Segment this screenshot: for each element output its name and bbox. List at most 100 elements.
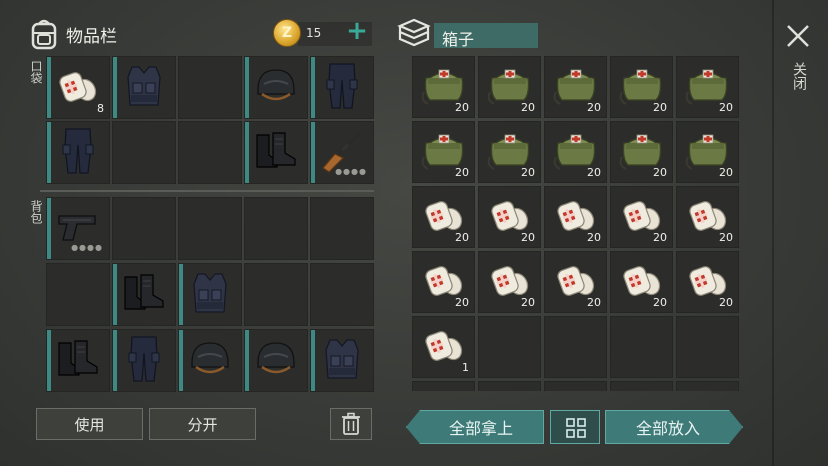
- inventory-slot[interactable]: [610, 381, 673, 391]
- inventory-slot[interactable]: 20: [544, 121, 607, 183]
- inventory-slot[interactable]: 20: [412, 56, 475, 118]
- inventory-slot[interactable]: 20: [610, 56, 673, 118]
- pants-icon: [60, 127, 96, 179]
- inventory-slot[interactable]: [412, 381, 475, 391]
- inventory-slot[interactable]: 1: [412, 316, 475, 378]
- inventory-slot[interactable]: [178, 56, 242, 119]
- inventory-slot[interactable]: [310, 329, 374, 392]
- trash-icon: [342, 412, 360, 435]
- inventory-slot[interactable]: ●●●●: [310, 121, 374, 184]
- inventory-slot[interactable]: 20: [478, 56, 541, 118]
- use-button[interactable]: 使用: [36, 408, 143, 440]
- inventory-slot[interactable]: 20: [610, 186, 673, 248]
- inventory-slot[interactable]: 20: [544, 251, 607, 313]
- item-quantity: 20: [653, 296, 667, 309]
- helmet-icon: [254, 339, 298, 383]
- item-quantity: 20: [587, 296, 601, 309]
- inventory-slot[interactable]: [544, 381, 607, 391]
- inventory-slot[interactable]: [244, 56, 308, 119]
- inventory-slot[interactable]: [244, 263, 308, 326]
- item-quantity: 20: [455, 231, 469, 244]
- put-all-button[interactable]: 全部放入: [605, 410, 743, 444]
- inventory-slot[interactable]: [112, 121, 176, 184]
- box-grid: 20 20 20 20 20 20 20 20 20 20 20 20 20 20 20 20 20 20 20 20…: [412, 56, 739, 391]
- bandage-icon: [422, 325, 466, 369]
- inventory-slot[interactable]: 20: [478, 251, 541, 313]
- item-quantity: 20: [521, 231, 535, 244]
- inventory-slot[interactable]: 20: [412, 186, 475, 248]
- inventory-slot[interactable]: 20: [676, 121, 739, 183]
- inventory-slot[interactable]: [112, 263, 176, 326]
- inventory-slot[interactable]: 20: [478, 186, 541, 248]
- inventory-slot[interactable]: [46, 121, 110, 184]
- inventory-slot[interactable]: [112, 329, 176, 392]
- item-quantity: 20: [455, 101, 469, 114]
- item-quantity: 1: [462, 361, 469, 374]
- inventory-slot[interactable]: 8: [46, 56, 110, 119]
- inventory-slot[interactable]: [478, 381, 541, 391]
- inventory-slot[interactable]: [178, 121, 242, 184]
- inventory-slot[interactable]: 20: [412, 251, 475, 313]
- inventory-header: 物品栏: [30, 16, 117, 52]
- item-quantity: 20: [719, 166, 733, 179]
- sort-button[interactable]: [550, 410, 600, 444]
- item-quantity: 20: [455, 166, 469, 179]
- inventory-slot[interactable]: [478, 316, 541, 378]
- item-quantity: 20: [521, 296, 535, 309]
- section-divider: [40, 190, 374, 192]
- inventory-slot[interactable]: [310, 56, 374, 119]
- close-icon[interactable]: [784, 22, 812, 50]
- inventory-slot[interactable]: [178, 197, 242, 260]
- inventory-slot[interactable]: [112, 56, 176, 119]
- inventory-slot[interactable]: [310, 263, 374, 326]
- inventory-slot[interactable]: [610, 316, 673, 378]
- pistol-icon: [55, 210, 101, 248]
- backpack-icon: [31, 19, 57, 50]
- inventory-slot[interactable]: [676, 381, 739, 391]
- inventory-slot[interactable]: [178, 263, 242, 326]
- inventory-slot[interactable]: [46, 263, 110, 326]
- item-quantity: 20: [719, 231, 733, 244]
- inventory-slot[interactable]: [178, 329, 242, 392]
- right-divider: [772, 0, 774, 466]
- inventory-slot[interactable]: [244, 197, 308, 260]
- inventory-slot[interactable]: 20: [676, 56, 739, 118]
- coin-icon: Z: [273, 19, 301, 47]
- inventory-slot[interactable]: [46, 329, 110, 392]
- helmet-icon: [188, 339, 232, 383]
- pocket-label: 口袋: [29, 60, 43, 84]
- item-quantity: 20: [719, 296, 733, 309]
- close-label[interactable]: 关闭: [787, 62, 809, 90]
- durability-dots: ●●●●: [335, 167, 367, 176]
- inventory-slot[interactable]: [544, 316, 607, 378]
- inventory-slot[interactable]: [112, 197, 176, 260]
- inventory-slot[interactable]: 20: [610, 251, 673, 313]
- inventory-slot[interactable]: [244, 121, 308, 184]
- inventory-slot[interactable]: 20: [676, 251, 739, 313]
- item-quantity: 8: [97, 102, 104, 115]
- inventory-slot[interactable]: 20: [412, 121, 475, 183]
- inventory-slot[interactable]: [310, 197, 374, 260]
- split-button[interactable]: 分开: [149, 408, 256, 440]
- take-all-button[interactable]: 全部拿上: [406, 410, 544, 444]
- inventory-slot[interactable]: 20: [544, 186, 607, 248]
- inventory-slot[interactable]: [244, 329, 308, 392]
- inventory-slot[interactable]: 20: [610, 121, 673, 183]
- inventory-slot[interactable]: 20: [544, 56, 607, 118]
- inventory-slot[interactable]: 20: [478, 121, 541, 183]
- item-quantity: 20: [653, 231, 667, 244]
- inventory-title: 物品栏: [66, 26, 117, 47]
- pocket-grid: 8 ●●●●: [46, 56, 374, 184]
- backpack-grid: ●●●●: [46, 197, 374, 392]
- trash-button[interactable]: [330, 408, 372, 440]
- add-coins-button[interactable]: +: [345, 18, 369, 44]
- inventory-slot[interactable]: ●●●●: [46, 197, 110, 260]
- item-quantity: 20: [587, 101, 601, 114]
- item-quantity: 20: [587, 166, 601, 179]
- pants-icon: [324, 62, 360, 114]
- inventory-slot[interactable]: 20: [676, 186, 739, 248]
- coin-count: 15: [306, 26, 322, 40]
- inventory-slot[interactable]: [676, 316, 739, 378]
- item-quantity: 20: [521, 166, 535, 179]
- bandage-icon: [56, 66, 100, 110]
